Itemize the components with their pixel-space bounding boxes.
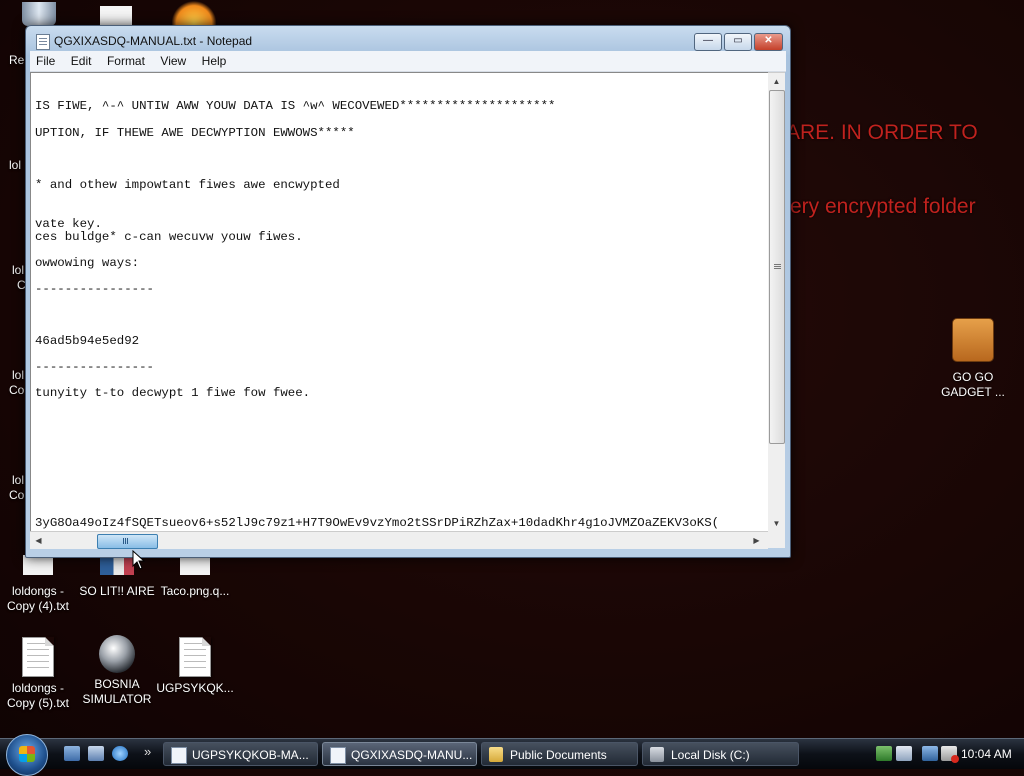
wallpaper-text-1: ARE. IN ORDER TO [786, 121, 978, 144]
desktop-icon-label: loldongs - Copy (5).txt [6, 681, 69, 710]
menu-bar: File Edit Format View Help [30, 51, 786, 72]
scroll-up-button[interactable]: ▲ [768, 73, 785, 90]
text-line: owwowing ways: [35, 256, 140, 270]
horizontal-scrollbar[interactable]: ◀ ▶ [30, 531, 768, 549]
text-line: * and othew impowtant fiwes awe encwypte… [35, 178, 340, 192]
desktop-icon-loldongs-copy-5[interactable]: loldongs - Copy (5).txt [0, 637, 78, 711]
text-line: ---------------- [35, 360, 154, 374]
recycle-bin-icon[interactable] [22, 2, 56, 26]
desktop-label-fragment[interactable]: Re [9, 53, 24, 67]
maximize-button[interactable]: ▭ [724, 33, 752, 51]
desktop-icon-label: loldongs - Copy (4).txt [6, 584, 69, 613]
taskbar-button-local-disk[interactable]: Local Disk (C:) [642, 742, 799, 766]
file-icon [180, 555, 210, 575]
mouse-cursor-icon [132, 550, 146, 570]
shortcut-icon [100, 555, 134, 575]
clock[interactable]: 10:04 AM [961, 747, 1012, 761]
menu-view[interactable]: View [154, 51, 191, 68]
text-line: tunyity t-to decwypt 1 fiwe fow fwee. [35, 386, 311, 400]
desktop-icon-taco-png[interactable]: Taco.png.q... [155, 555, 235, 599]
desktop-label-fragment[interactable]: Co [9, 488, 24, 502]
desktop-label-fragment[interactable]: lol [12, 473, 24, 487]
desktop-icon-go-go-gadget[interactable]: GO GO GADGET ... [933, 318, 1013, 400]
tray-network-status-icon[interactable] [922, 746, 938, 761]
taskbar-button-ugpsykqkob[interactable]: UGPSYKQKOB-MA... [163, 742, 318, 766]
desktop-icon-label: UGPSYKQK... [156, 681, 234, 695]
tray-volume-muted-icon[interactable] [941, 746, 959, 763]
scroll-down-button[interactable]: ▼ [768, 515, 785, 532]
vertical-scroll-thumb[interactable] [769, 90, 785, 444]
text-editor[interactable]: IS FIWE, ^-^ UNTIW AWW YOUW DATA IS ^w^ … [30, 72, 770, 533]
text-line: 46ad5b94e5ed92 [35, 334, 140, 348]
wallpaper-text-2: ery encrypted folder [790, 195, 976, 218]
start-button[interactable] [6, 734, 48, 776]
briefcase-icon [952, 318, 994, 362]
size-grip[interactable] [768, 531, 785, 548]
desktop-icon-label: GO GO GADGET ... [941, 370, 1005, 399]
text-line: ces buldge* c-can wecuvw youw fiwes. [35, 230, 303, 244]
text-line: IS FIWE, ^-^ UNTIW AWW YOUW DATA IS ^w^ … [35, 99, 556, 113]
close-button[interactable]: ✕ [754, 33, 783, 51]
grip-icon [123, 538, 124, 544]
desktop-icon-ugpsykqk[interactable]: UGPSYKQK... [155, 637, 235, 696]
scroll-left-button[interactable]: ◀ [30, 532, 47, 549]
taskbar-button-public-documents[interactable]: Public Documents [481, 742, 638, 766]
menu-format[interactable]: Format [101, 51, 150, 68]
horizontal-scroll-thumb[interactable] [97, 534, 158, 549]
text-line: UPTION, IF THEWE AWE DECWYPTION EWWOWS**… [35, 126, 355, 140]
folder-icon [489, 747, 503, 762]
switch-windows-icon[interactable] [88, 746, 104, 761]
vertical-scrollbar[interactable]: ▲ ▼ [768, 72, 785, 532]
desktop-icon-label: BOSNIA SIMULATOR [82, 677, 152, 706]
show-desktop-icon[interactable] [64, 746, 80, 761]
internet-explorer-icon[interactable] [112, 746, 128, 761]
desktop-icon-label: SO LIT!! AIRE [79, 584, 155, 598]
mine-icon [99, 635, 135, 673]
scroll-right-button[interactable]: ▶ [748, 532, 765, 549]
taskbar: » UGPSYKQKOB-MA... QGXIXASDQ-MANU... Pub… [0, 734, 1024, 776]
firefox-icon[interactable] [172, 0, 216, 26]
tray-windows-icon[interactable] [896, 746, 912, 761]
notepad-icon [171, 747, 187, 764]
title-bar[interactable]: QGXIXASDQ-MANUAL.txt - Notepad — ▭ ✕ [26, 26, 790, 54]
menu-help[interactable]: Help [196, 51, 232, 68]
grip-icon [774, 264, 781, 265]
quick-launch-overflow[interactable]: » [144, 744, 151, 759]
desktop-label-fragment[interactable]: lol [12, 263, 24, 277]
text-line: vate key. [35, 217, 102, 231]
desktop-icon-bosnia-simulator[interactable]: BOSNIA SIMULATOR [77, 635, 157, 707]
tray-network-icon[interactable] [876, 746, 892, 761]
taskbar-button-label: UGPSYKQKOB-MA... [192, 748, 309, 762]
menu-edit[interactable]: Edit [65, 51, 97, 68]
desktop-label-fragment[interactable]: lol [9, 158, 21, 172]
taskbar-button-label: QGXIXASDQ-MANU... [351, 748, 473, 762]
text-file-icon [22, 637, 54, 677]
notepad-icon [330, 747, 346, 764]
file-icon [179, 637, 211, 677]
menu-file[interactable]: File [30, 51, 60, 68]
notepad-window[interactable]: QGXIXASDQ-MANUAL.txt - Notepad — ▭ ✕ Fil… [25, 25, 791, 558]
text-file-icon[interactable] [100, 6, 132, 26]
desktop-icon-loldongs-copy-4[interactable]: loldongs - Copy (4).txt [0, 555, 78, 614]
taskbar-button-label: Public Documents [510, 748, 607, 762]
notepad-icon [36, 34, 50, 50]
taskbar-button-qgxixasdq[interactable]: QGXIXASDQ-MANU... [322, 742, 477, 766]
drive-icon [650, 747, 664, 762]
desktop-icon-label: Taco.png.q... [160, 584, 230, 598]
text-line: ---------------- [35, 282, 154, 296]
text-line: 3yG8Oa49oIz4fSQETsueov6+s52lJ9c79z1+H7T9… [35, 516, 720, 530]
desktop-label-fragment[interactable]: lol [12, 368, 24, 382]
desktop-label-fragment[interactable]: Co [9, 383, 24, 397]
minimize-button[interactable]: — [694, 33, 722, 51]
window-title: QGXIXASDQ-MANUAL.txt - Notepad [54, 34, 253, 48]
taskbar-button-label: Local Disk (C:) [671, 748, 750, 762]
text-file-icon [23, 555, 53, 575]
